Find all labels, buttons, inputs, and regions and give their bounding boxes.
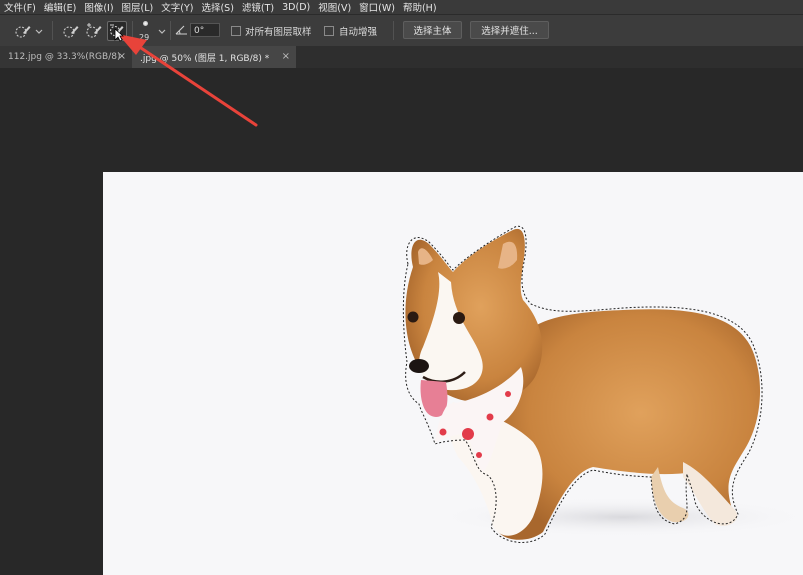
menu-view[interactable]: 视图(V)	[308, 0, 355, 14]
corgi-photo	[402, 225, 803, 543]
auto-enhance-label: 自动增强	[339, 27, 378, 38]
close-icon[interactable]: ×	[118, 51, 126, 62]
tab-112-jpg[interactable]: 112.jpg @ 33.3%(RGB/8) ×	[0, 46, 132, 68]
bandana-strawberry	[462, 428, 474, 440]
menu-window[interactable]: 窗口(W)	[349, 0, 399, 14]
bandana-strawberry	[486, 413, 494, 421]
dog-eye-left	[407, 311, 419, 323]
bandana-strawberry	[439, 428, 447, 436]
brush-size-picker[interactable]: 29	[138, 19, 154, 43]
auto-enhance-checkbox[interactable]	[324, 26, 334, 36]
tab-active-document[interactable]: .jpg @ 50% (图层 1, RGB/8) * ×	[132, 46, 296, 68]
close-icon[interactable]: ×	[282, 51, 290, 62]
brush-new-icon	[60, 20, 82, 42]
brush-selection-icon	[12, 20, 34, 42]
bandana-strawberry	[476, 452, 482, 458]
chevron-down-icon	[35, 29, 43, 34]
divider	[170, 21, 171, 40]
sample-all-layers-checkbox[interactable]	[231, 26, 241, 36]
brush-size-value: 29	[139, 33, 150, 42]
sample-all-layers-label: 对所有图层取样	[245, 27, 312, 38]
new-selection-button[interactable]	[60, 15, 82, 46]
select-subject-button[interactable]: 选择主体	[403, 21, 462, 39]
angle-input[interactable]: 0°	[190, 23, 220, 37]
dog-eye-right	[453, 312, 465, 324]
cursor-icon	[114, 28, 124, 42]
add-to-selection-button[interactable]	[83, 15, 105, 46]
divider	[132, 21, 133, 40]
angle-icon	[175, 25, 187, 35]
dog-tongue	[420, 380, 448, 417]
tool-preset-picker[interactable]	[12, 15, 44, 46]
menu-bar: 文件(F) 编辑(E) 图像(I) 图层(L) 文字(Y) 选择(S) 滤镜(T…	[0, 0, 803, 14]
tab-label: 112.jpg @ 33.3%(RGB/8)	[8, 52, 121, 62]
document-tab-bar: 112.jpg @ 33.3%(RGB/8) × .jpg @ 50% (图层 …	[0, 46, 803, 68]
brush-add-icon	[83, 20, 105, 42]
dog-nose	[409, 359, 429, 373]
workspace	[0, 68, 803, 575]
divider	[393, 21, 394, 40]
divider	[52, 21, 53, 40]
bandana-strawberry	[505, 391, 511, 397]
brush-tip-icon	[143, 21, 148, 26]
chevron-down-icon[interactable]	[157, 26, 167, 36]
menu-help[interactable]: 帮助(H)	[393, 0, 441, 14]
tab-label: .jpg @ 50% (图层 1, RGB/8) *	[140, 53, 270, 64]
select-and-mask-button[interactable]: 选择并遮住...	[470, 21, 549, 39]
document-canvas[interactable]	[103, 172, 803, 575]
